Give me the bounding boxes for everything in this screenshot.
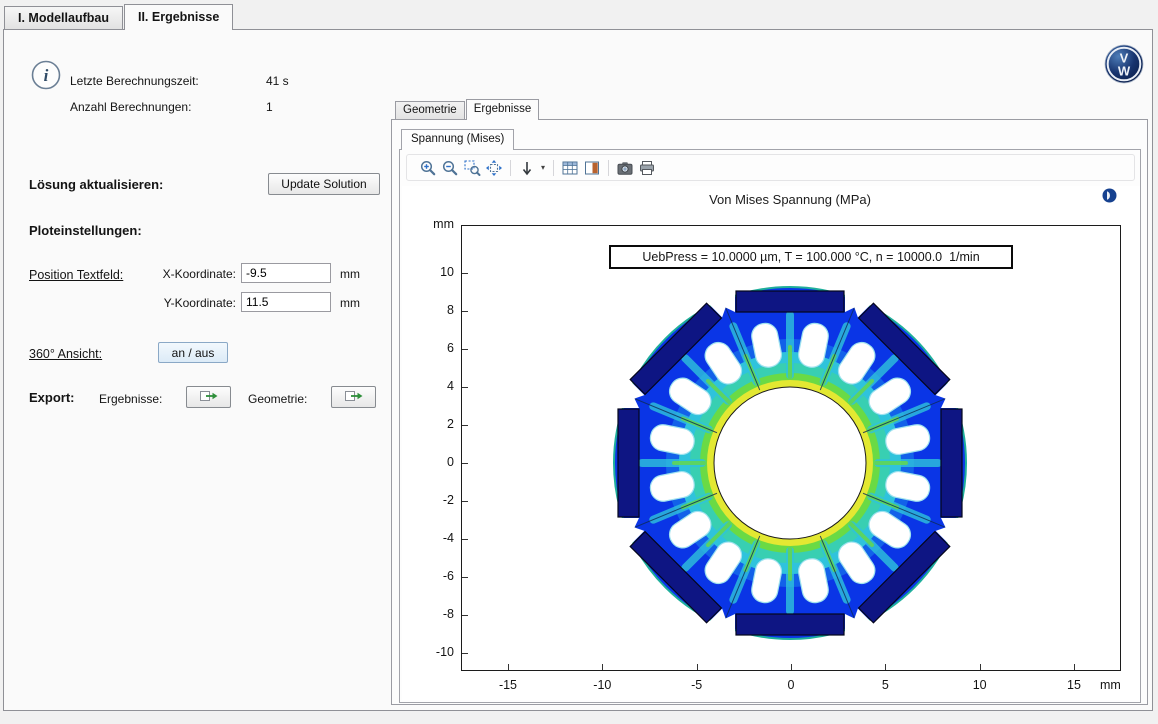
- export-heading: Export:: [29, 390, 75, 405]
- export-arrow-icon: [199, 389, 219, 406]
- info-icon: i: [30, 59, 62, 94]
- vw-logo-w: W: [1118, 64, 1131, 79]
- plot-annotation: UebPress = 10.0000 µm, T = 100.000 °C, n…: [609, 245, 1013, 269]
- toolbar-separator: [608, 160, 609, 176]
- y-tick-label: 8: [416, 303, 454, 317]
- computation-count-value: 1: [266, 100, 273, 114]
- print-icon[interactable]: [636, 157, 658, 179]
- results-tab-bar: Geometrie Ergebnisse: [395, 99, 540, 120]
- export-results-label: Ergebnisse:: [99, 392, 162, 406]
- y-tick-label: 0: [416, 455, 454, 469]
- x-coordinate-label: X-Koordinate:: [124, 267, 236, 281]
- export-geometry-label: Geometrie:: [248, 392, 307, 406]
- y-tick-label: 2: [416, 417, 454, 431]
- plot-title: Von Mises Spannung (MPa): [438, 192, 1142, 207]
- toggle-360-view-button[interactable]: an / aus: [158, 342, 228, 363]
- color-legend-icon[interactable]: [581, 157, 603, 179]
- x-coordinate-input[interactable]: [241, 263, 331, 283]
- x-axis-unit: mm: [1100, 678, 1121, 692]
- tab-ergebnisse[interactable]: II. Ergebnisse: [124, 4, 233, 30]
- y-tick-mark: [462, 425, 468, 426]
- vw-logo: V W: [1104, 44, 1144, 87]
- main-tab-bar: I. Modellaufbau II. Ergebnisse: [4, 4, 234, 30]
- tab-ergebnisse-view[interactable]: Ergebnisse: [466, 99, 540, 120]
- y-tick-mark: [462, 311, 468, 312]
- y-tick-label: -10: [416, 645, 454, 659]
- y-unit-label: mm: [340, 296, 360, 310]
- x-tick-label: -10: [582, 678, 622, 692]
- plot-area: Von Mises Spannung (MPa) mm UebPress = 1…: [402, 186, 1140, 700]
- y-tick-label: 4: [416, 379, 454, 393]
- y-tick-mark: [462, 387, 468, 388]
- x-tick-label: -15: [488, 678, 528, 692]
- toolbar-separator: [510, 160, 511, 176]
- x-tick-mark: [1074, 664, 1075, 670]
- toolbar-separator: [553, 160, 554, 176]
- grid-icon[interactable]: [559, 157, 581, 179]
- comsol-corner-icon: [1102, 188, 1117, 206]
- view-360-label: 360° Ansicht:: [29, 347, 102, 361]
- update-solution-label: Lösung aktualisieren:: [29, 177, 163, 192]
- y-tick-mark: [462, 501, 468, 502]
- zoom-in-icon[interactable]: [417, 157, 439, 179]
- y-tick-mark: [462, 463, 468, 464]
- y-tick-label: -8: [416, 607, 454, 621]
- x-tick-mark: [602, 664, 603, 670]
- y-tick-label: -4: [416, 531, 454, 545]
- plot-tab-bar: Spannung (Mises): [401, 129, 514, 150]
- y-tick-label: 10: [416, 265, 454, 279]
- x-tick-mark: [508, 664, 509, 670]
- y-tick-mark: [462, 539, 468, 540]
- y-axis-unit: mm: [418, 217, 454, 231]
- y-tick-label: 6: [416, 341, 454, 355]
- y-tick-label: -6: [416, 569, 454, 583]
- zoom-extents-icon[interactable]: [483, 157, 505, 179]
- view-orientation-icon[interactable]: [516, 157, 538, 179]
- x-tick-label: 10: [960, 678, 1000, 692]
- x-tick-label: 5: [865, 678, 905, 692]
- plot-toolbar: ▾: [406, 154, 1135, 181]
- tab-geometrie[interactable]: Geometrie: [395, 101, 465, 120]
- x-tick-mark: [980, 664, 981, 670]
- y-tick-mark: [462, 615, 468, 616]
- zoom-out-icon[interactable]: [439, 157, 461, 179]
- von-mises-plot-graphic: [600, 273, 980, 653]
- x-tick-label: 15: [1054, 678, 1094, 692]
- tab-modellaufbau[interactable]: I. Modellaufbau: [4, 6, 123, 30]
- results-panel: ▾: [391, 119, 1148, 705]
- x-tick-mark: [791, 664, 792, 670]
- y-tick-label: -2: [416, 493, 454, 507]
- info-glyph: i: [44, 66, 49, 85]
- y-coordinate-label: Y-Koordinate:: [124, 296, 236, 310]
- zoom-box-icon[interactable]: [461, 157, 483, 179]
- x-tick-mark: [697, 664, 698, 670]
- plot-panel: ▾: [399, 149, 1141, 703]
- y-tick-mark: [462, 577, 468, 578]
- position-textfield-label: Position Textfeld:: [29, 268, 123, 282]
- last-computation-value: 41 s: [266, 74, 289, 88]
- x-unit-label: mm: [340, 267, 360, 281]
- x-tick-label: -5: [677, 678, 717, 692]
- plot-settings-heading: Ploteinstellungen:: [29, 223, 142, 238]
- last-computation-label: Letzte Berechnungszeit:: [70, 74, 199, 88]
- export-results-button[interactable]: [186, 386, 231, 408]
- update-solution-button[interactable]: Update Solution: [268, 173, 380, 195]
- y-tick-mark: [462, 349, 468, 350]
- x-tick-label: 0: [771, 678, 811, 692]
- main-pane: i Letzte Berechnungszeit: 41 s Anzahl Be…: [3, 29, 1153, 711]
- x-tick-mark: [885, 664, 886, 670]
- y-coordinate-input[interactable]: [241, 292, 331, 312]
- export-arrow-icon: [344, 389, 364, 406]
- y-tick-mark: [462, 273, 468, 274]
- y-tick-mark: [462, 653, 468, 654]
- export-geometry-button[interactable]: [331, 386, 376, 408]
- app-window: i Letzte Berechnungszeit: 41 s Anzahl Be…: [0, 0, 1158, 724]
- orientation-dropdown-caret[interactable]: ▾: [538, 163, 548, 172]
- tab-spannung-mises[interactable]: Spannung (Mises): [401, 129, 514, 150]
- computation-count-label: Anzahl Berechnungen:: [70, 100, 191, 114]
- snapshot-icon[interactable]: [614, 157, 636, 179]
